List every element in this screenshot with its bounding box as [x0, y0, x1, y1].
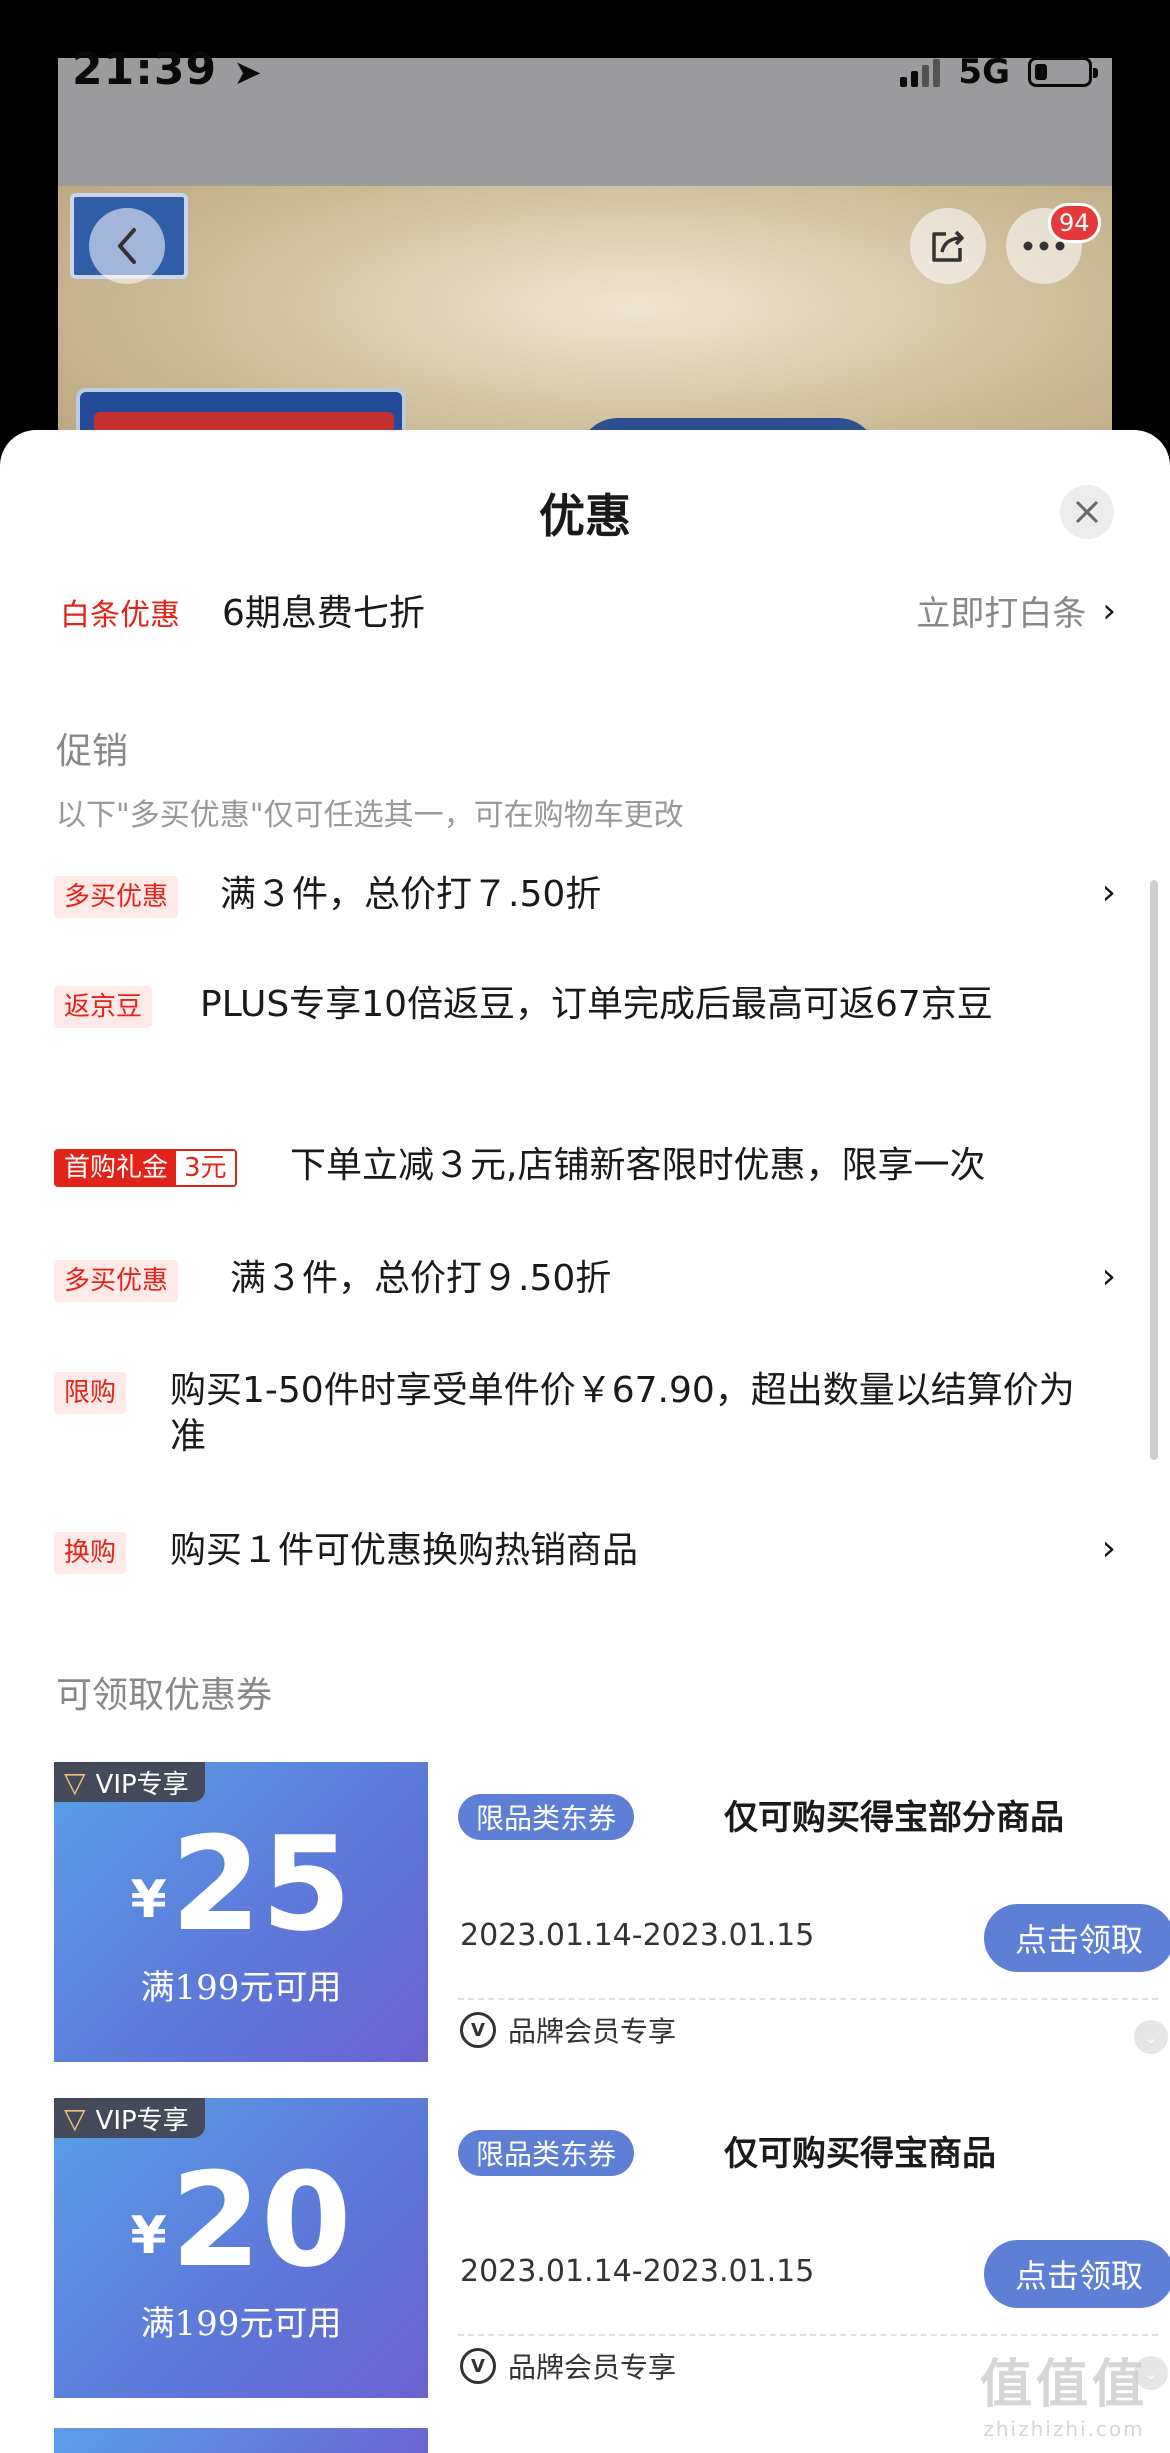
- promo-text: 满３件，总价打７.50折: [220, 874, 602, 915]
- promo-tag: 返京豆: [54, 986, 153, 1028]
- coupon-title: 仅可购买得宝部分商品: [724, 1798, 1064, 1838]
- expand-icon[interactable]: ⌄: [1134, 2020, 1168, 2054]
- chevron-right-icon: ›: [1101, 1528, 1116, 1569]
- promo-tag: 多买优惠: [54, 876, 179, 918]
- chevron-right-icon: ›: [1101, 872, 1116, 913]
- vip-v-icon: ▽: [64, 2101, 86, 2135]
- coupon-card-partial: [54, 2428, 428, 2453]
- vip-tag: ▽ VIP专享: [54, 2098, 205, 2138]
- status-time: 21:39 ➤: [72, 44, 263, 95]
- promo-text: PLUS专享10倍返豆，订单完成后最高可返67京豆: [200, 984, 993, 1025]
- baitiao-link-label: 立即打白条: [916, 594, 1087, 634]
- signal-icon: [900, 57, 941, 87]
- baitiao-link[interactable]: 立即打白条 ›: [916, 586, 1116, 635]
- claim-coupon-button[interactable]: 点击领取: [984, 1904, 1170, 1972]
- brand-member-icon: V: [460, 2348, 496, 2384]
- coupon-category-tag: 限品类东券: [458, 2130, 635, 2176]
- coupon-card: ▽ VIP专享 ¥20 满199元可用 限品类东券 仅可购买得宝商品 2023.0…: [54, 2098, 1170, 2398]
- coupon-amount: ¥20: [130, 2144, 352, 2296]
- sheet-title: 优惠: [539, 489, 631, 543]
- coupon-member-note: V 品牌会员专享: [460, 2010, 676, 2050]
- coupon-value-panel: ▽ VIP专享 ¥20 满199元可用: [54, 2098, 428, 2398]
- coupon-value-panel: ▽ VIP专享 ¥25 满199元可用: [54, 1762, 428, 2062]
- coupon-divider: [458, 2334, 1158, 2336]
- coupon-title: 仅可购买得宝商品: [724, 2134, 996, 2174]
- chevron-right-icon: ›: [1102, 590, 1116, 631]
- coupon-amount: ¥25: [130, 1808, 352, 1960]
- promo-tag: 换购: [54, 1532, 127, 1574]
- claim-coupon-button[interactable]: 点击领取: [984, 2240, 1170, 2308]
- discount-sheet: 优惠 白条优惠 6期息费七折 立即打白条 › 促销 以下"多买优惠"仅可任选其一…: [0, 430, 1170, 2453]
- first-purchase-gift-tag: 首购礼金 3元: [54, 1149, 237, 1187]
- share-button[interactable]: [910, 208, 986, 284]
- coupon-date: 2023.01.14-2023.01.15: [460, 2254, 815, 2289]
- location-arrow-icon: ➤: [233, 53, 263, 93]
- promo-section-title: 促销: [56, 731, 129, 772]
- network-label: 5G: [958, 52, 1010, 92]
- status-icons: 5G: [900, 52, 1098, 92]
- share-icon: [932, 230, 964, 262]
- close-button[interactable]: [1060, 485, 1114, 539]
- watermark: 值值值 zhizhizhi.com: [979, 2355, 1148, 2441]
- baitiao-label: 白条优惠: [60, 598, 180, 633]
- vip-tag: ▽ VIP专享: [54, 1762, 205, 1802]
- promo-text: 购买1-50件时享受单件价￥67.90，超出数量以结算价为准: [170, 1370, 1075, 1457]
- vip-v-icon: ▽: [64, 1765, 86, 1799]
- coupon-condition: 满199元可用: [140, 1968, 342, 2008]
- baitiao-text: 6期息费七折: [222, 593, 425, 634]
- coupon-condition: 满199元可用: [140, 2304, 342, 2344]
- promo-tag: 限购: [54, 1372, 127, 1414]
- chevron-right-icon: ›: [1101, 1256, 1116, 1297]
- brand-member-icon: V: [460, 2012, 496, 2048]
- promo-text: 下单立减３元,店铺新客限时优惠，限享一次: [290, 1145, 986, 1186]
- coupon-date: 2023.01.14-2023.01.15: [460, 1918, 815, 1953]
- more-dots-icon: [1023, 241, 1065, 251]
- coupon-card: ▽ VIP专享 ¥25 满199元可用 限品类东券 仅可购买得宝部分商品 2023…: [54, 1762, 1170, 2062]
- coupon-info-panel: 限品类东券 仅可购买得宝部分商品 2023.01.14-2023.01.15 点…: [428, 1762, 1170, 2062]
- coupon-divider: [458, 1998, 1158, 2000]
- promo-text: 购买１件可优惠换购热销商品: [170, 1530, 639, 1571]
- promo-text: 满３件，总价打９.50折: [230, 1258, 612, 1299]
- back-button[interactable]: [89, 208, 165, 284]
- promo-section-note: 以下"多买优惠"仅可任选其一，可在购物车更改: [56, 798, 684, 833]
- coupon-category-tag: 限品类东券: [458, 1794, 635, 1840]
- coupon-section-title: 可领取优惠券: [56, 1675, 273, 1716]
- message-count-badge: 94: [1048, 203, 1101, 243]
- coupon-member-note: V 品牌会员专享: [460, 2346, 676, 2386]
- scrollbar[interactable]: [1150, 880, 1158, 1460]
- promo-tag: 多买优惠: [54, 1260, 179, 1302]
- close-icon: [1075, 500, 1099, 524]
- battery-icon: [1028, 57, 1098, 87]
- chevron-left-icon: [118, 228, 136, 264]
